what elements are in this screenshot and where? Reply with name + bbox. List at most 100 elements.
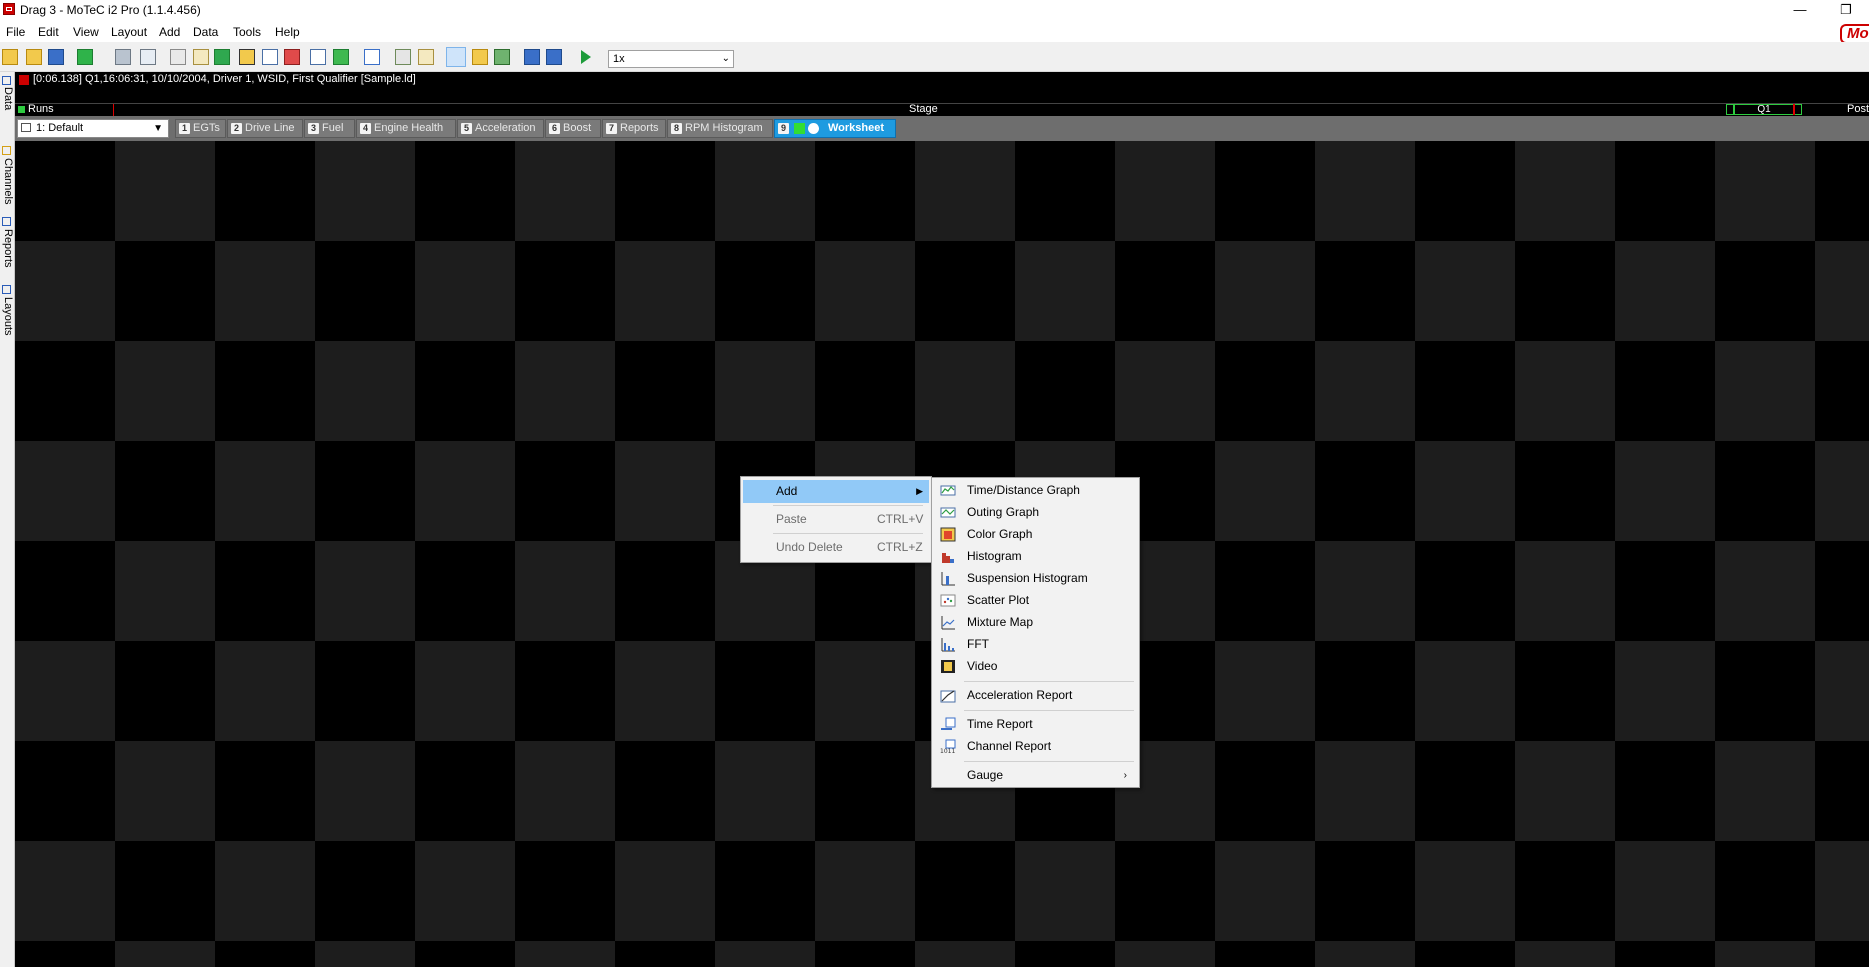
menu-fft[interactable]: FFT [934,634,1137,656]
menu-acceleration-report[interactable]: Acceleration Report [934,685,1137,707]
menu-scatter-plot[interactable]: Scatter Plot [934,590,1137,612]
scatter-plot-icon [940,593,956,608]
tab-number: 6 [549,123,560,134]
save-icon[interactable] [48,49,64,65]
tab-egts[interactable]: 1 EGTs [175,119,226,138]
menu-mixture-map[interactable]: Mixture Map [934,612,1137,634]
distance-mode-icon[interactable] [472,49,488,65]
menu-separator [964,710,1134,711]
tab-reports[interactable]: 7 Reports [602,119,666,138]
app-icon [3,3,15,15]
menu-time-distance-graph[interactable]: Time/Distance Graph [934,480,1137,502]
step-back-icon[interactable] [524,49,540,65]
restore-button[interactable]: ❐ [1823,0,1869,22]
channel-list-icon[interactable] [310,49,326,65]
chevron-right-icon: ▶ [916,486,923,496]
menu-time-report[interactable]: Time Report [934,714,1137,736]
tab-label: Acceleration [475,122,536,134]
tab-drive-line[interactable]: 2 Drive Line [227,119,303,138]
run-q1-segment[interactable]: Q1 [1726,104,1802,115]
menu-histogram[interactable]: Histogram [934,546,1137,568]
tab-fuel[interactable]: 3 Fuel [304,119,355,138]
toolbar: 1x ⌄ [0,42,1869,72]
menu-color-graph[interactable]: Color Graph [934,524,1137,546]
report-icon[interactable] [333,49,349,65]
video-icon [940,659,956,674]
table-icon[interactable] [262,49,278,65]
side-tab-strip: Data Channels Reports Layouts [0,72,15,967]
menu-data[interactable]: Data [193,25,218,39]
side-tab-layouts[interactable]: Layouts [1,297,14,336]
play-icon[interactable] [581,50,591,64]
motec-logo: Mo [1840,24,1869,44]
menu-gauge[interactable]: Gauge › [934,765,1137,787]
time-report-icon [940,717,956,732]
menu-tools[interactable]: Tools [233,25,261,39]
menu-suspension-histogram[interactable]: Suspension Histogram [934,568,1137,590]
menu-item-label: Scatter Plot [967,593,1030,607]
layout-select[interactable]: 1: Default ▼ [17,119,169,138]
download-icon[interactable] [77,49,93,65]
open-recent-icon[interactable] [26,49,42,65]
cursor-icon[interactable] [170,49,186,65]
marker-icon[interactable] [418,49,434,65]
reports-tab-icon [2,217,11,226]
chevron-down-icon: ⌄ [721,53,730,64]
menu-item-shortcut: CTRL+Z [877,540,923,554]
worksheet-tab-bar: 1: Default ▼ 1 EGTs 2 Drive Line 3 Fuel … [15,116,1869,141]
tab-label: Reports [620,122,659,134]
menu-separator [773,533,923,534]
tab-engine-health[interactable]: 4 Engine Health [356,119,456,138]
menu-layout[interactable]: Layout [111,25,147,39]
context-menu-add[interactable]: Add ▶ [743,480,929,503]
menu-edit[interactable]: Edit [38,25,59,39]
menu-help[interactable]: Help [275,25,300,39]
menu-item-label: FFT [967,637,989,651]
layout-select-value: 1: Default [36,122,84,134]
side-tab-channels[interactable]: Channels [1,158,14,204]
tab-label: Boost [563,122,592,134]
menu-item-label: Gauge [967,768,1004,782]
menu-video[interactable]: Video [934,656,1137,678]
menu-add[interactable]: Add [159,25,180,39]
menu-bar: File Edit View Layout Add Data Tools Hel… [0,22,1869,42]
side-tab-data[interactable]: Data [1,87,14,110]
tab-boost[interactable]: 6 Boost [545,119,601,138]
tab-label: Fuel [322,122,344,134]
edit-icon[interactable] [193,49,209,65]
runs-bar[interactable]: Runs Stage Q1 Post [15,103,1869,116]
tab-number: 8 [671,123,682,134]
outing-graph-icon [940,505,956,520]
menu-item-shortcut: CTRL+V [877,512,924,526]
overlay-icon[interactable] [395,49,411,65]
context-menu-paste[interactable]: Paste CTRL+V [743,508,929,531]
print-icon[interactable] [115,49,131,65]
fft-icon [940,637,956,652]
title-bar: Drag 3 - MoTeC i2 Pro (1.1.4.456) — ❐ [0,0,1869,22]
tab-rpm-histogram[interactable]: 8 RPM Histogram [667,119,773,138]
menu-file[interactable]: File [6,25,25,39]
menu-channel-report[interactable]: 1011 Channel Report [934,736,1137,758]
grid-icon[interactable] [364,49,380,65]
time-mode-icon[interactable] [446,47,466,67]
menu-outing-graph[interactable]: Outing Graph [934,502,1137,524]
menu-view[interactable]: View [73,25,99,39]
video-toolbar-icon[interactable] [239,49,255,65]
tab-worksheet[interactable]: 9 Worksheet [774,119,896,138]
math-icon[interactable] [284,49,300,65]
color-graph-icon [940,527,956,542]
print-preview-icon[interactable] [140,49,156,65]
side-tab-reports[interactable]: Reports [1,229,14,268]
context-menu-undo-delete[interactable]: Undo Delete CTRL+Z [743,536,929,559]
menu-item-label: Outing Graph [967,505,1040,519]
window-title: Drag 3 - MoTeC i2 Pro (1.1.4.456) [20,3,201,17]
minimize-button[interactable]: — [1777,0,1823,22]
tab-acceleration[interactable]: 5 Acceleration [457,119,544,138]
track-map-icon[interactable] [494,49,510,65]
export-excel-icon[interactable] [214,49,230,65]
tab-number: 5 [461,123,472,134]
open-icon[interactable] [2,49,18,65]
playback-speed-select[interactable]: 1x ⌄ [608,50,734,68]
step-forward-icon[interactable] [546,49,562,65]
runs-indicator [18,106,25,113]
